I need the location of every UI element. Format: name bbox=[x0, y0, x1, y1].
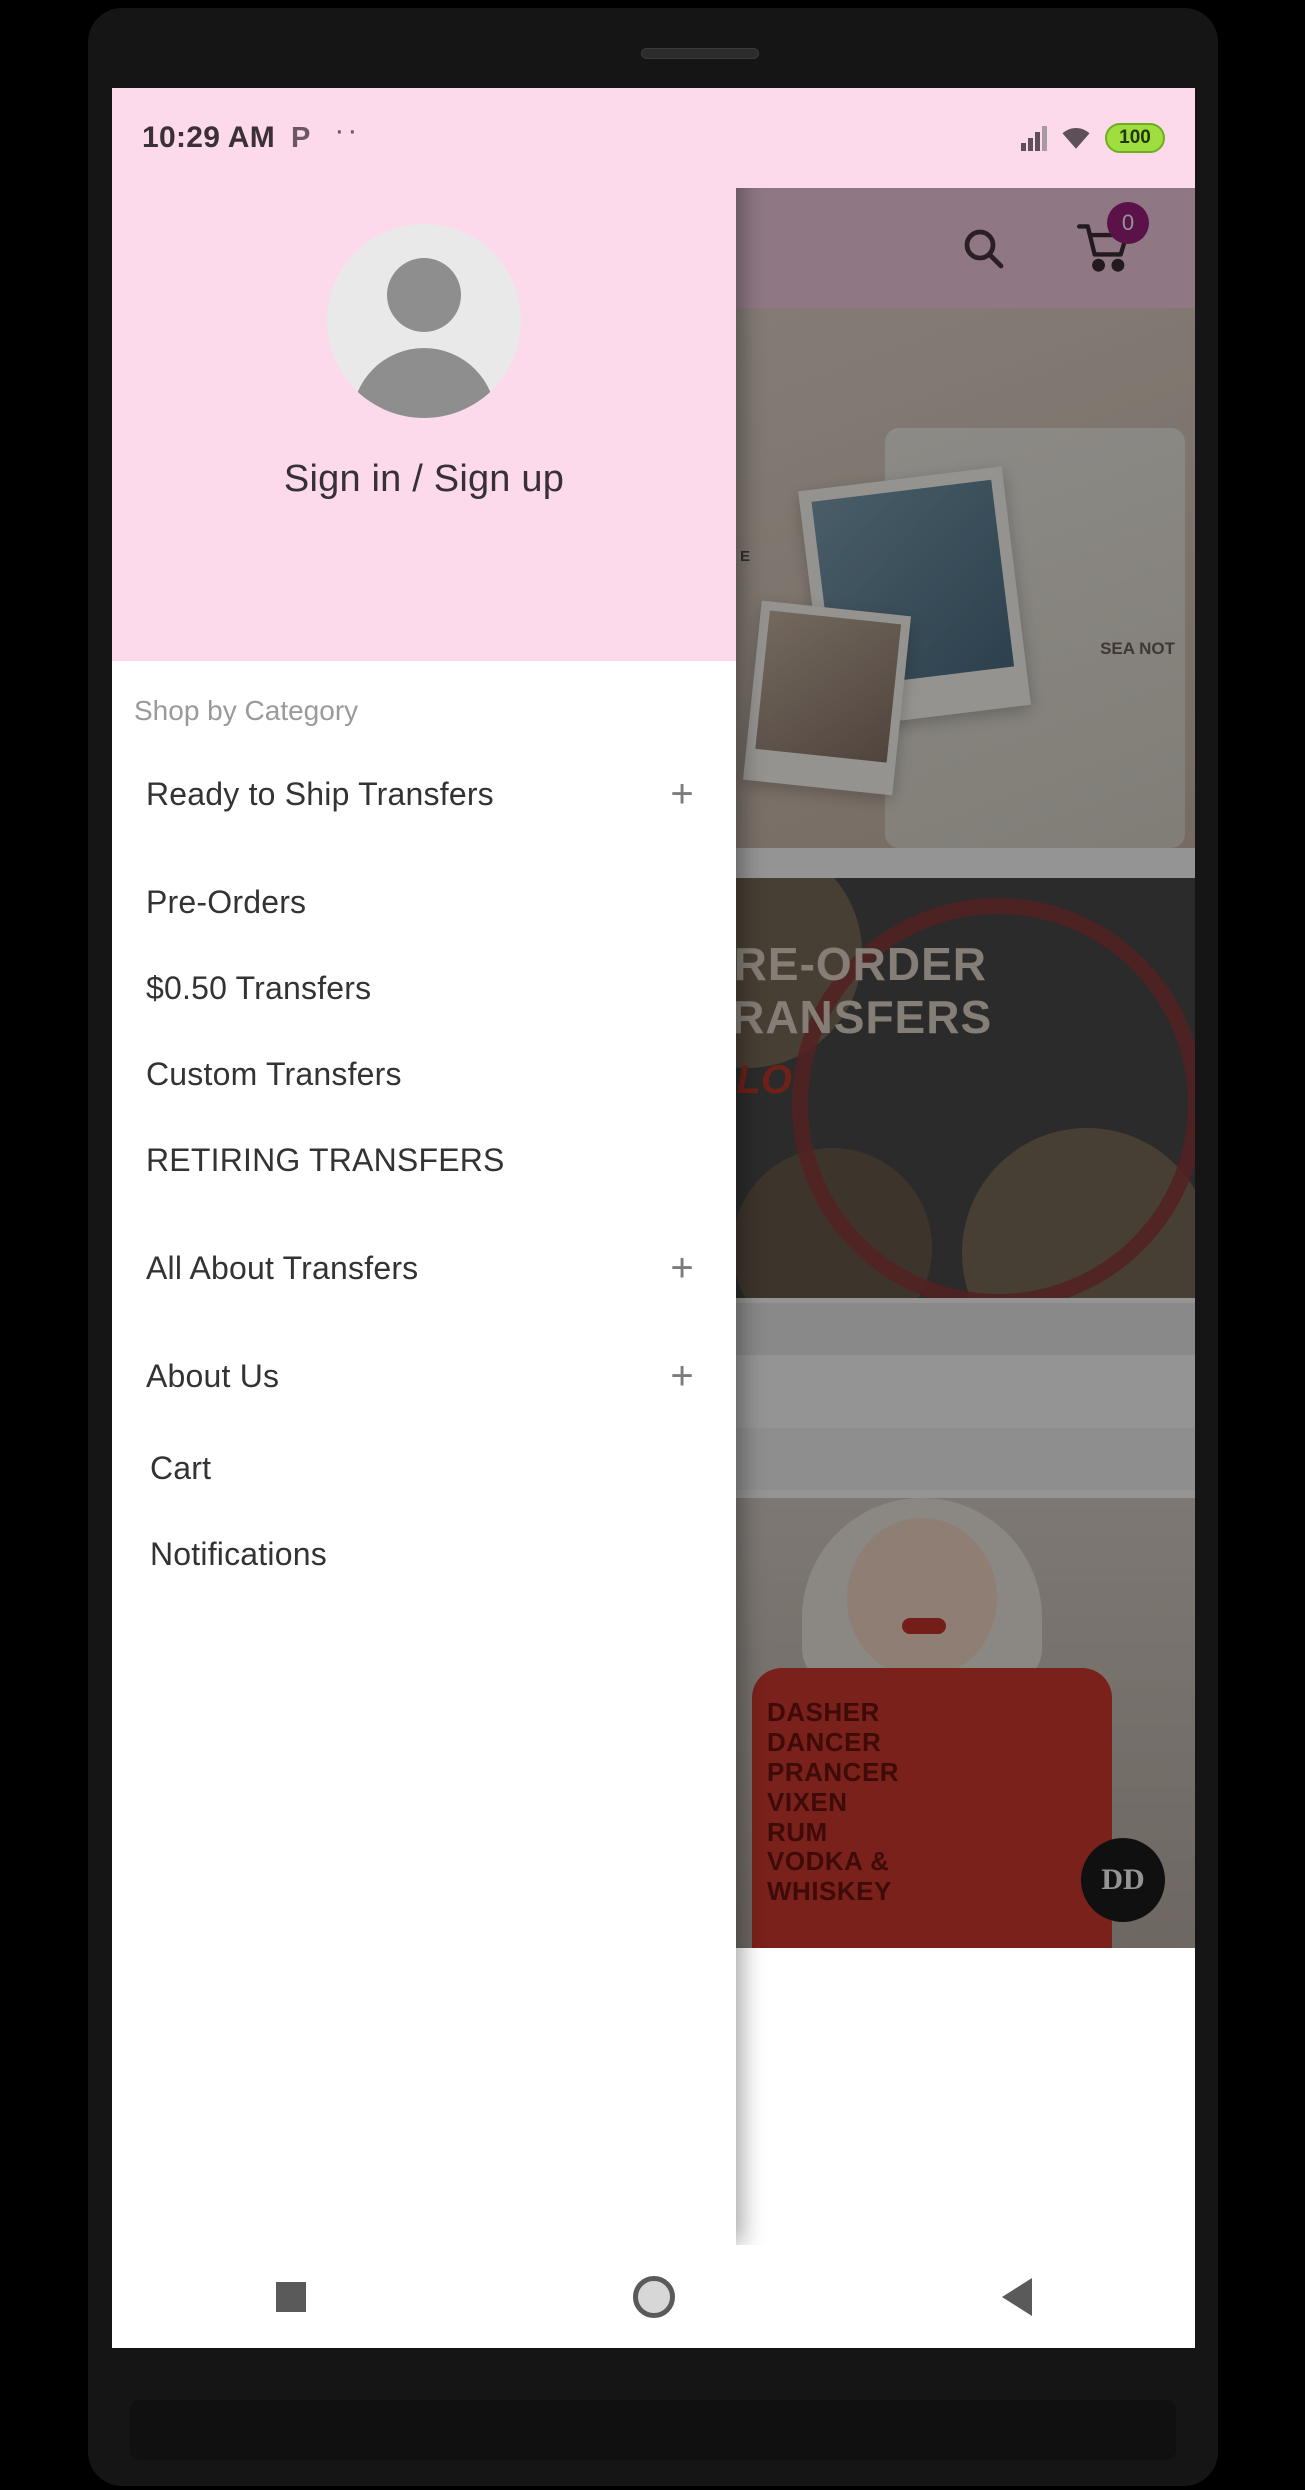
menu-item-all-about-transfers[interactable]: All About Transfers + bbox=[112, 1225, 736, 1311]
status-bar-right: 100 bbox=[1021, 123, 1165, 153]
circle-home-icon[interactable] bbox=[632, 2275, 675, 2318]
menu-item-050-transfers[interactable]: $0.50 Transfers bbox=[112, 945, 736, 1031]
plus-icon[interactable]: + bbox=[662, 1356, 702, 1396]
menu-item-label: $0.50 Transfers bbox=[146, 969, 372, 1006]
menu-item-label: Pre-Orders bbox=[146, 883, 307, 920]
screenshot-root: 0 SEA NOT THE A E PRE-ORDER TRANSFERS LL… bbox=[0, 0, 1305, 2490]
sign-in-sign-up-label: Sign in / Sign up bbox=[283, 458, 565, 500]
menu-item-label: Cart bbox=[150, 1449, 212, 1486]
person-avatar-icon bbox=[327, 224, 521, 418]
android-status-bar: 10:29 AM P ·· 100 bbox=[112, 88, 1195, 188]
shop-by-category-heading: Shop by Category bbox=[134, 695, 359, 726]
menu-item-cart[interactable]: Cart bbox=[112, 1425, 736, 1511]
wifi-icon bbox=[1062, 128, 1090, 149]
menu-item-pre-orders[interactable]: Pre-Orders bbox=[112, 859, 736, 945]
square-recents-icon[interactable] bbox=[275, 2281, 306, 2312]
signal-bars-icon bbox=[1021, 125, 1047, 151]
menu-item-retiring-transfers[interactable]: RETIRING TRANSFERS bbox=[112, 1117, 736, 1203]
app-notification-icon: P bbox=[291, 121, 311, 154]
triangle-back-icon[interactable] bbox=[1001, 2277, 1032, 2316]
android-navigation-bar bbox=[112, 2245, 1195, 2348]
menu-item-label: Ready to Ship Transfers bbox=[146, 775, 494, 812]
device-bottom-bezel bbox=[130, 2400, 1176, 2460]
plus-icon[interactable]: + bbox=[662, 1248, 702, 1288]
status-bar-clock: 10:29 AM bbox=[142, 121, 276, 154]
menu-item-notifications[interactable]: Notifications bbox=[112, 1511, 736, 1597]
navigation-drawer: Sign in / Sign up Shop by Category Ready… bbox=[112, 88, 736, 2245]
menu-item-custom-transfers[interactable]: Custom Transfers bbox=[112, 1031, 736, 1117]
menu-item-label: About Us bbox=[146, 1357, 280, 1394]
menu-item-label: RETIRING TRANSFERS bbox=[146, 1141, 505, 1178]
device-speaker-grill bbox=[641, 48, 759, 59]
avatar-body bbox=[352, 348, 496, 418]
menu-item-label: All About Transfers bbox=[146, 1249, 419, 1286]
avatar-head bbox=[387, 258, 461, 332]
more-notifications-icon: ·· bbox=[334, 114, 361, 147]
menu-item-about-us[interactable]: About Us + bbox=[112, 1333, 736, 1419]
phone-screen: 0 SEA NOT THE A E PRE-ORDER TRANSFERS LL… bbox=[112, 88, 1195, 2348]
menu-item-label: Notifications bbox=[150, 1535, 327, 1572]
drawer-menu-list: Ready to Ship Transfers + Pre-Orders $0.… bbox=[112, 727, 736, 1597]
status-bar-left: 10:29 AM P ·· bbox=[142, 116, 360, 155]
battery-icon: 100 bbox=[1105, 123, 1165, 153]
plus-icon[interactable]: + bbox=[662, 774, 702, 814]
menu-item-label: Custom Transfers bbox=[146, 1055, 402, 1092]
menu-item-ready-to-ship-transfers[interactable]: Ready to Ship Transfers + bbox=[112, 751, 736, 837]
